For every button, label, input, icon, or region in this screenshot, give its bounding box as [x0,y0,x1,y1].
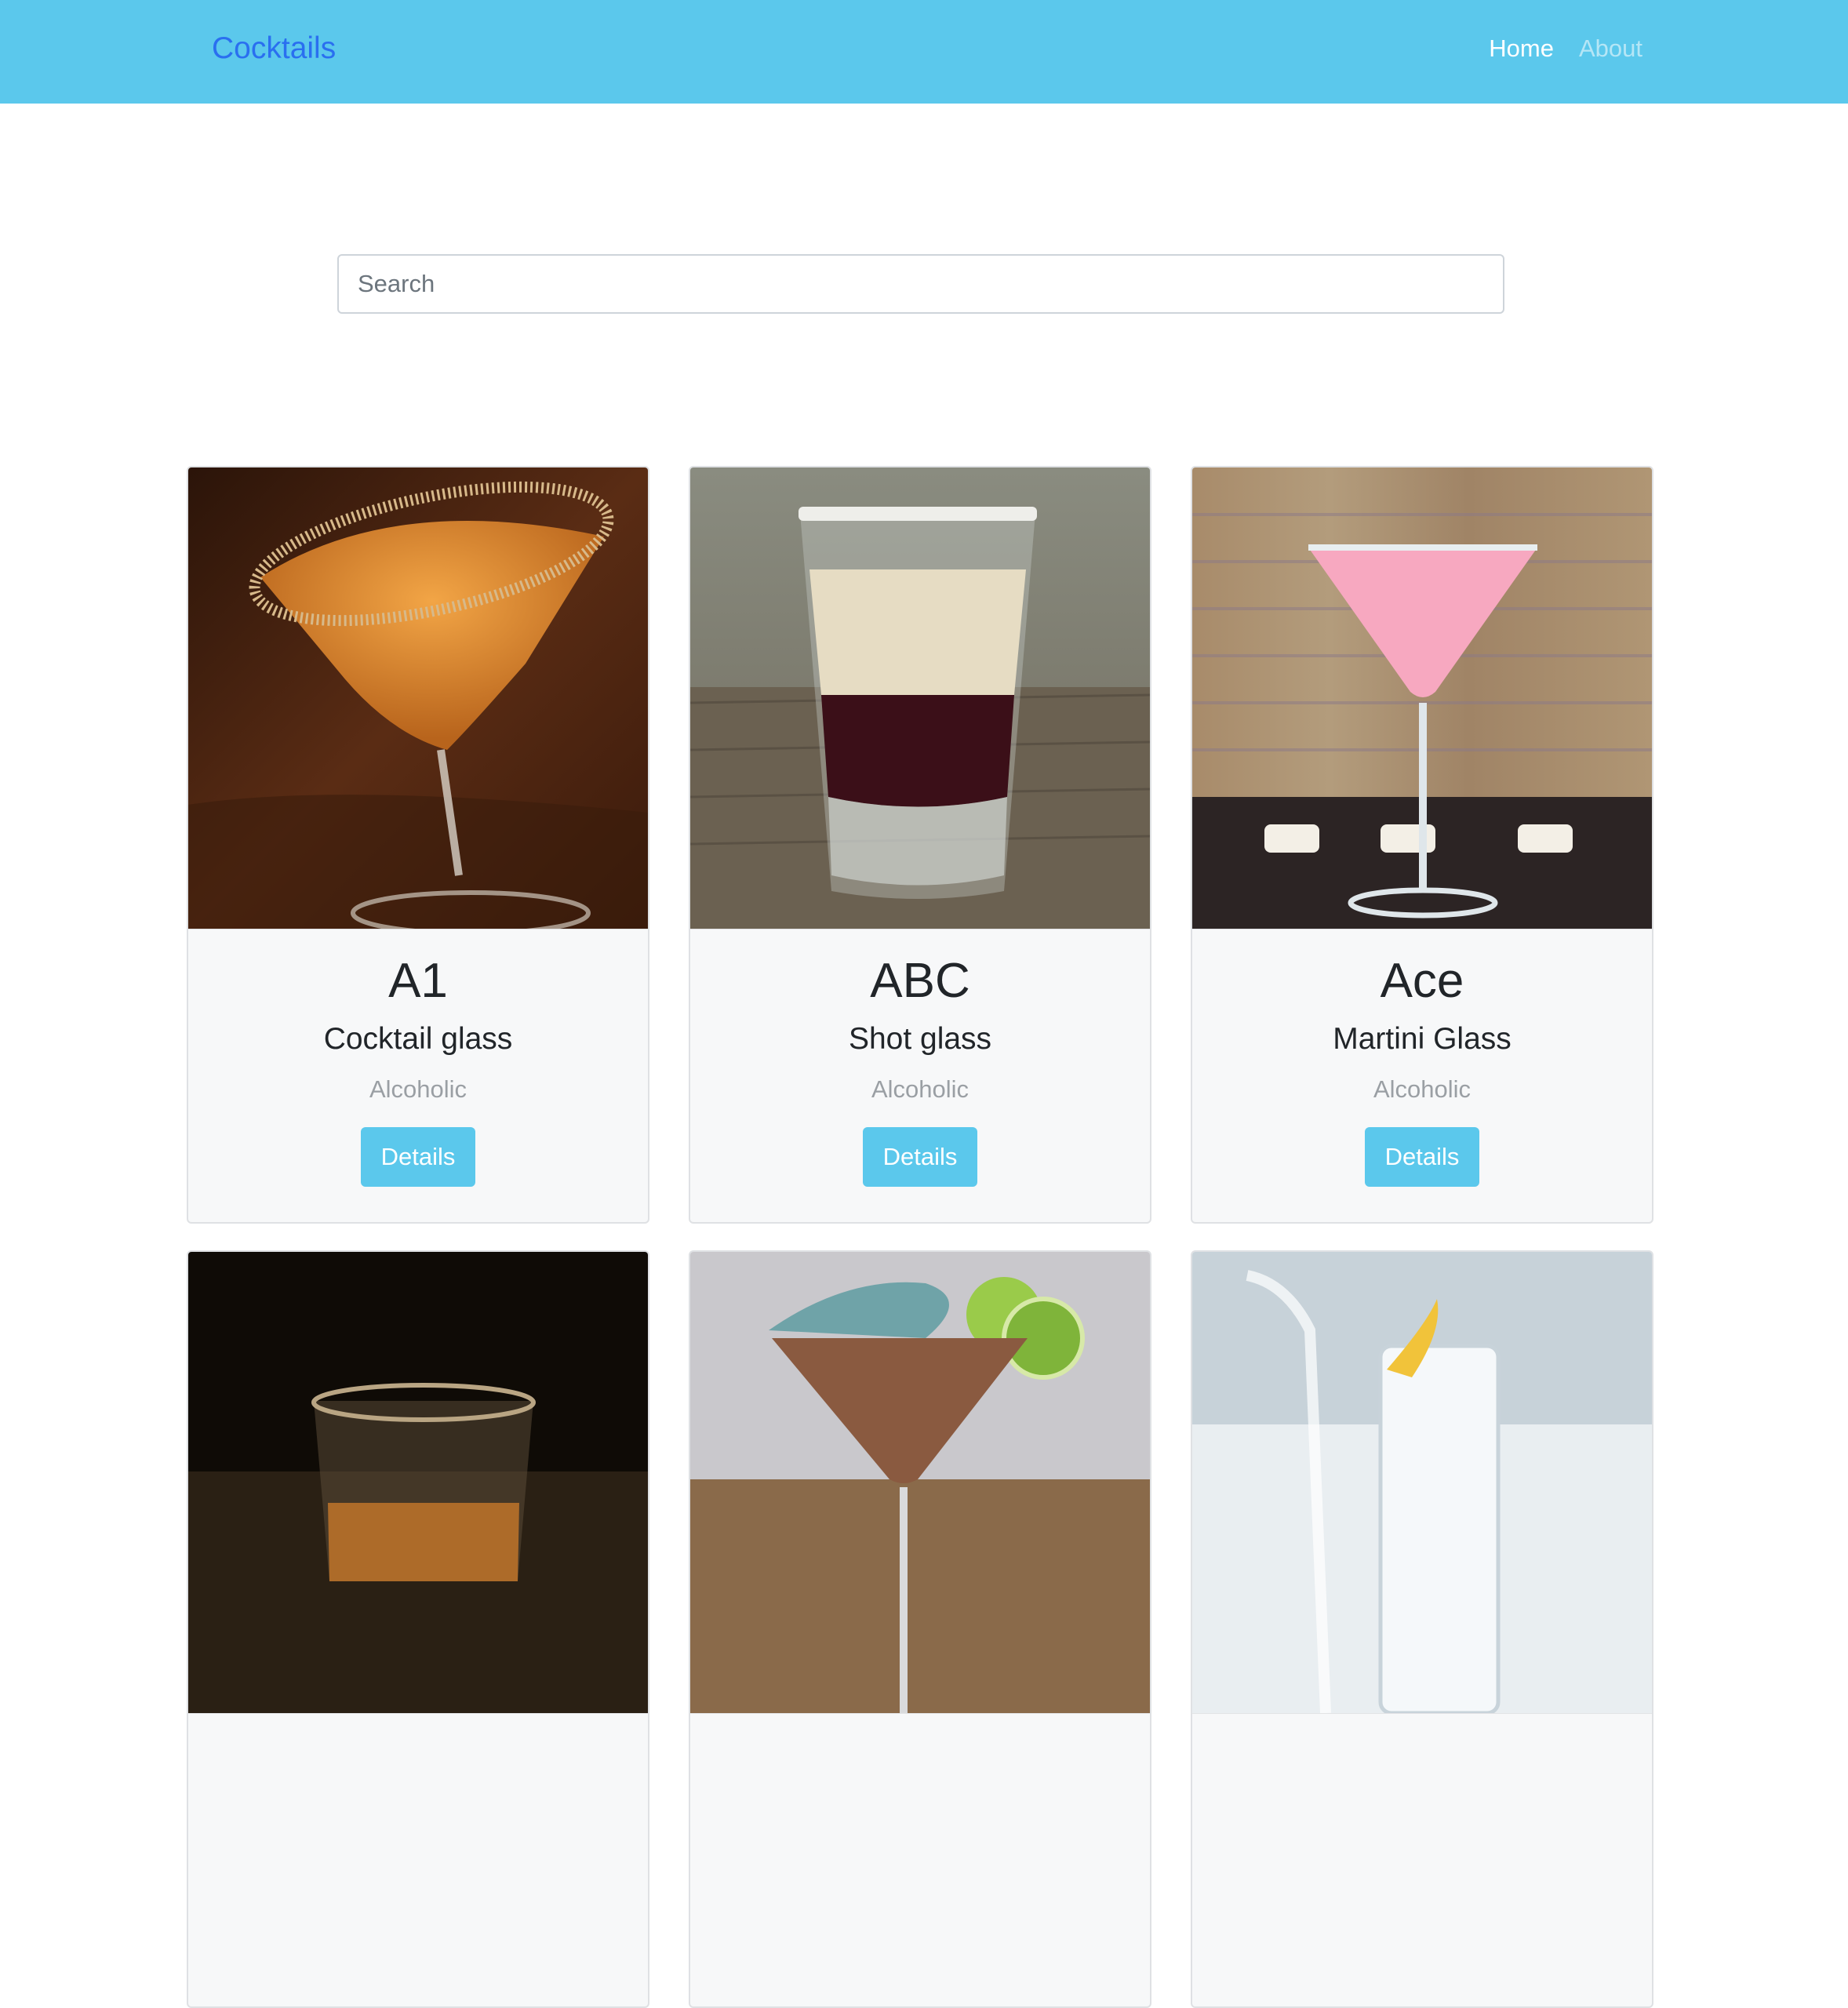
cocktail-card [187,1250,649,2008]
nav-links: Home About [1489,0,1642,97]
cocktail-name: Ace [1380,954,1464,1008]
search-input[interactable] [337,254,1504,314]
cocktail-photo-ace [1192,467,1652,929]
cocktail-name: A1 [388,954,448,1008]
cocktail-card [689,1250,1151,2008]
cocktail-card: A1 Cocktail glass Alcoholic Details [187,466,649,1224]
cocktail-card [1191,1250,1653,2008]
cocktail-grid: A1 Cocktail glass Alcoholic Details ABC … [187,466,1655,2008]
cocktail-glass: Martini Glass [1333,1022,1512,1056]
nav-link-about[interactable]: About [1579,35,1642,63]
details-button[interactable]: Details [862,1127,978,1187]
details-button[interactable]: Details [1364,1127,1480,1187]
cocktail-photo-highball [1192,1252,1652,1714]
cocktail-card: Ace Martini Glass Alcoholic Details [1191,466,1653,1224]
brand-link[interactable]: Cocktails [212,0,336,97]
cocktail-glass: Shot glass [848,1022,992,1056]
cocktail-card: ABC Shot glass Alcoholic Details [689,466,1151,1224]
cocktail-category: Alcoholic [369,1075,467,1103]
cocktail-photo-a1 [188,467,648,929]
details-button[interactable]: Details [360,1127,476,1187]
cocktail-glass: Cocktail glass [323,1022,513,1056]
card-body: A1 Cocktail glass Alcoholic Details [188,929,648,1187]
cocktail-category: Alcoholic [871,1075,969,1103]
cocktail-category: Alcoholic [1373,1075,1471,1103]
cocktail-photo-lime-martini [690,1252,1150,1714]
nav-link-home[interactable]: Home [1489,35,1554,63]
cocktail-photo-abc [690,467,1150,929]
card-body: Ace Martini Glass Alcoholic Details [1192,929,1652,1187]
cocktail-name: ABC [870,954,970,1008]
navbar: Cocktails Home About [0,0,1848,104]
card-body: ABC Shot glass Alcoholic Details [690,929,1150,1187]
cocktail-photo-whiskey [188,1252,648,1714]
